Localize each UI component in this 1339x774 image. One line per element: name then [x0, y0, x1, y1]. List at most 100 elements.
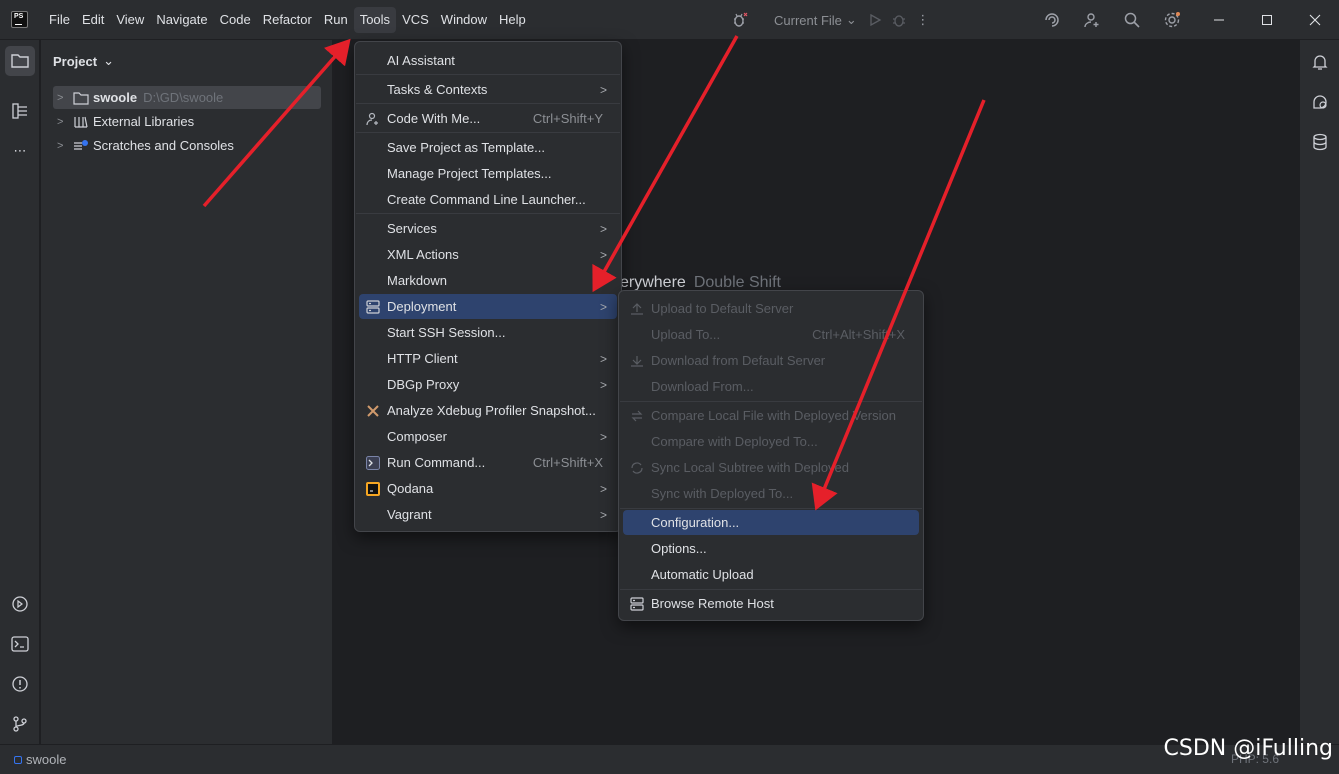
menu-item-upload-default[interactable]: Upload to Default Server: [623, 296, 919, 321]
chevron-right-icon[interactable]: >: [57, 92, 73, 104]
ai-chat-icon[interactable]: [1306, 88, 1334, 116]
menu-item-composer[interactable]: Composer >: [359, 424, 617, 449]
structure-icon[interactable]: [5, 96, 35, 126]
menu-item-command-line-launcher[interactable]: Create Command Line Launcher...: [359, 187, 617, 212]
ai-assistant-icon[interactable]: [1040, 8, 1064, 32]
tree-row-label: Scratches and Consoles: [93, 138, 234, 153]
menu-item-label: Download From...: [651, 379, 754, 394]
menu-item-label: Markdown: [387, 273, 447, 288]
menu-view[interactable]: View: [110, 7, 150, 33]
menu-item-code-with-me[interactable]: Code With Me... Ctrl+Shift+Y: [359, 106, 617, 131]
menu-help[interactable]: Help: [493, 7, 532, 33]
project-panel-title[interactable]: Project ⌄: [53, 53, 114, 69]
folder-icon: [73, 91, 91, 105]
menu-item-browse-remote-host[interactable]: Browse Remote Host: [623, 591, 919, 616]
project-square-icon: [14, 755, 22, 764]
right-tool-strip: [1299, 40, 1339, 744]
menu-item-services[interactable]: Services >: [359, 216, 617, 241]
hint-shortcut: Double Shift: [693, 274, 781, 291]
menu-item-sync-deployed-to[interactable]: Sync with Deployed To...: [623, 481, 919, 506]
chevron-right-icon: >: [599, 429, 607, 444]
chevron-down-icon: ⌄: [845, 12, 857, 27]
menu-item-compare-local[interactable]: Compare Local File with Deployed Version: [623, 403, 919, 428]
close-window-icon[interactable]: [1291, 0, 1339, 40]
menu-item-label: Options...: [651, 541, 707, 556]
chevron-right-icon: >: [599, 299, 607, 314]
more-tools-icon[interactable]: ⋯: [5, 136, 35, 166]
menu-item-download-from[interactable]: Download From...: [623, 374, 919, 399]
tree-row-scratches[interactable]: > Scratches and Consoles: [53, 134, 321, 157]
run-play-icon[interactable]: [863, 8, 887, 32]
run-config-selector[interactable]: Current File ⌄: [774, 12, 857, 28]
menu-item-start-ssh[interactable]: Start SSH Session...: [359, 320, 617, 345]
database-icon[interactable]: [1306, 128, 1334, 156]
git-branch-icon[interactable]: [5, 709, 35, 739]
menu-item-ai-assistant[interactable]: AI Assistant: [359, 48, 617, 73]
menu-item-label: Browse Remote Host: [651, 596, 774, 611]
chevron-right-icon[interactable]: >: [57, 116, 73, 128]
add-user-icon[interactable]: [1080, 8, 1104, 32]
menu-item-download-default[interactable]: Download from Default Server: [623, 348, 919, 373]
menu-edit[interactable]: Edit: [76, 7, 110, 33]
menu-separator: [356, 74, 620, 75]
menu-item-label: Start SSH Session...: [387, 325, 506, 340]
menu-item-vagrant[interactable]: Vagrant >: [359, 502, 617, 527]
tree-row-external-libraries[interactable]: > External Libraries: [53, 110, 321, 133]
services-icon[interactable]: [5, 589, 35, 619]
qodana-icon: [365, 481, 381, 497]
tree-row-path: D:\GD\swoole: [143, 90, 224, 105]
menu-item-sync-subtree[interactable]: Sync Local Subtree with Deployed: [623, 455, 919, 480]
menu-code[interactable]: Code: [214, 7, 257, 33]
menu-run[interactable]: Run: [318, 7, 354, 33]
terminal-icon[interactable]: [5, 629, 35, 659]
menu-item-options[interactable]: Options...: [623, 536, 919, 561]
menu-item-label: Compare with Deployed To...: [651, 434, 818, 449]
menu-window[interactable]: Window: [435, 7, 493, 33]
chevron-right-icon[interactable]: >: [57, 140, 73, 152]
debug-icon[interactable]: [887, 8, 911, 32]
menu-item-save-template[interactable]: Save Project as Template...: [359, 135, 617, 160]
menu-item-tasks-contexts[interactable]: Tasks & Contexts >: [359, 77, 617, 102]
settings-gear-icon[interactable]: [1160, 8, 1184, 32]
menu-item-label: Save Project as Template...: [387, 140, 546, 155]
menu-item-dbgp-proxy[interactable]: DBGp Proxy >: [359, 372, 617, 397]
menu-item-automatic-upload[interactable]: Automatic Upload: [623, 562, 919, 587]
minimize-icon[interactable]: [1195, 0, 1243, 40]
menu-item-label: Download from Default Server: [651, 353, 826, 368]
phpstorm-logo-icon: PS: [11, 11, 28, 28]
xdebug-icon: [365, 403, 381, 419]
menu-item-manage-templates[interactable]: Manage Project Templates...: [359, 161, 617, 186]
deployment-submenu: Upload to Default Server Upload To... Ct…: [618, 290, 924, 621]
menu-item-configuration[interactable]: Configuration...: [623, 510, 919, 535]
search-icon[interactable]: [1120, 8, 1144, 32]
status-project[interactable]: swoole: [14, 752, 66, 767]
menu-item-deployment[interactable]: Deployment >: [359, 294, 617, 319]
menu-item-label: Deployment: [387, 299, 457, 314]
menu-item-xdebug-profiler[interactable]: Analyze Xdebug Profiler Snapshot...: [359, 398, 617, 423]
maximize-icon[interactable]: [1243, 0, 1291, 40]
menu-item-compare-deployed-to[interactable]: Compare with Deployed To...: [623, 429, 919, 454]
menu-item-http-client[interactable]: HTTP Client >: [359, 346, 617, 371]
project-folder-icon[interactable]: [5, 46, 35, 76]
menu-item-xml-actions[interactable]: XML Actions >: [359, 242, 617, 267]
problems-icon[interactable]: [5, 669, 35, 699]
menu-item-upload-to[interactable]: Upload To... Ctrl+Alt+Shift+X: [623, 322, 919, 347]
more-actions-icon[interactable]: ⋮: [911, 8, 935, 32]
menu-tools[interactable]: Tools: [353, 7, 397, 33]
toolbar-right: [1040, 8, 1184, 32]
panel-title-label: Project: [53, 53, 98, 69]
menu-item-shortcut: Ctrl+Shift+Y: [532, 111, 603, 126]
notifications-bell-icon[interactable]: [1306, 48, 1334, 76]
menu-item-label: Configuration...: [651, 515, 740, 530]
menu-vcs[interactable]: VCS: [396, 7, 435, 33]
debug-bug-icon[interactable]: [728, 8, 752, 32]
menu-item-markdown[interactable]: Markdown: [359, 268, 617, 293]
menu-item-qodana[interactable]: Qodana >: [359, 476, 617, 501]
menu-file[interactable]: File: [43, 7, 76, 33]
menu-item-run-command[interactable]: Run Command... Ctrl+Shift+X: [359, 450, 617, 475]
tree-row-swoole[interactable]: > swoole D:\GD\swoole: [53, 86, 321, 109]
project-panel: Project ⌄ > swoole D:\GD\swoole > Extern…: [41, 40, 333, 744]
menu-navigate[interactable]: Navigate: [150, 7, 213, 33]
chevron-down-icon: ⌄: [103, 53, 114, 68]
menu-refactor[interactable]: Refactor: [257, 7, 318, 33]
